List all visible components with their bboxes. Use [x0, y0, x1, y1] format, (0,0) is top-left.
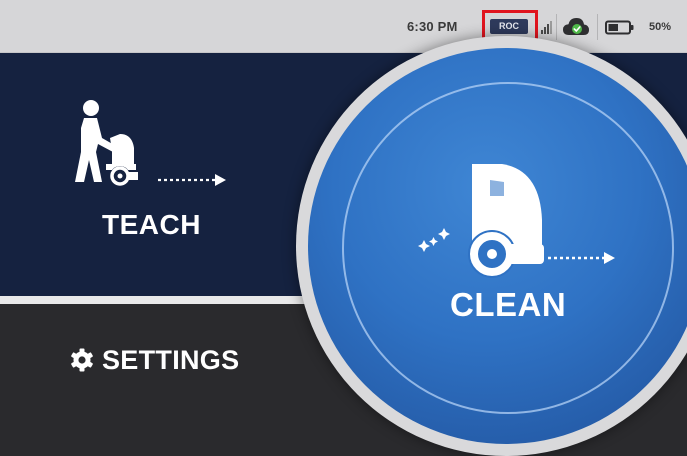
status-divider: [556, 14, 557, 40]
gear-icon: [71, 348, 93, 372]
status-divider: [597, 14, 598, 40]
clean-button-face: CLEAN: [308, 48, 687, 444]
status-bar: 6:30 PM ROC 50%: [0, 0, 687, 53]
cloud-check-icon: [563, 18, 589, 35]
operator-pushing-cleaner-icon: [75, 100, 226, 186]
status-time: 6:30 PM: [407, 19, 458, 34]
roc-badge[interactable]: ROC: [490, 19, 528, 34]
cleaning-robot-icon: [418, 164, 615, 278]
settings-label: SETTINGS: [102, 344, 240, 375]
teach-label: TEACH: [102, 209, 201, 240]
battery-percentage: 50%: [649, 21, 672, 33]
clean-label: CLEAN: [450, 286, 567, 323]
settings-button[interactable]: SETTINGS: [70, 340, 239, 380]
signal-icon: [541, 20, 553, 34]
battery-icon: [605, 20, 634, 35]
